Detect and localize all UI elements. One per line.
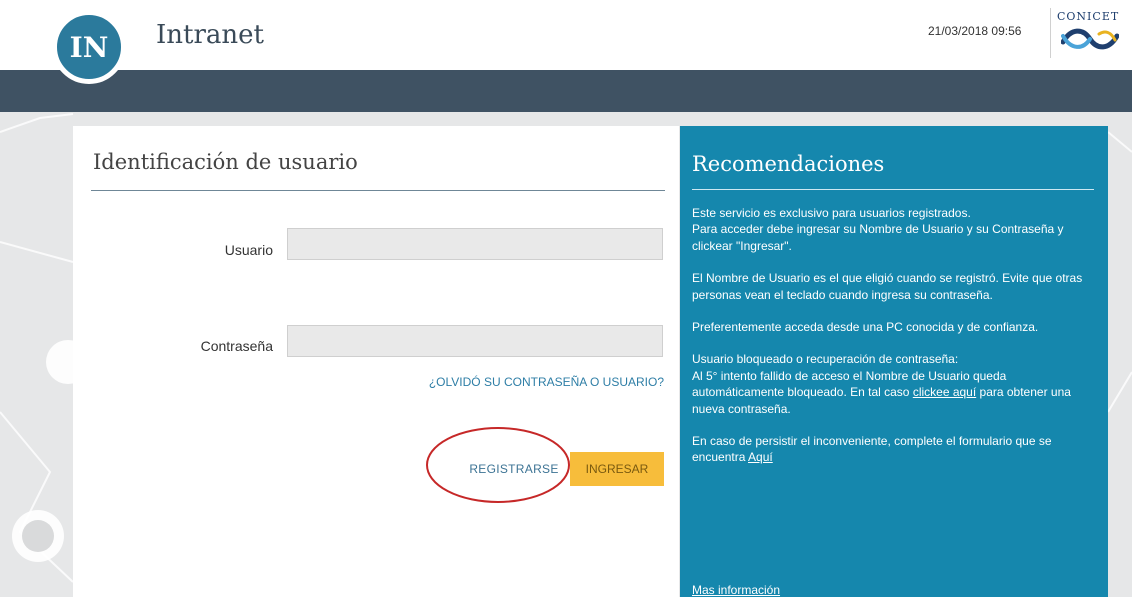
conicet-logo[interactable]: CONICET [1050,8,1127,58]
recommendation-text: Usuario bloqueado o recuperación de cont… [692,352,959,367]
password-label: Contraseña [200,338,273,354]
navbar [0,70,1132,112]
intranet-logo[interactable]: IN [52,10,126,84]
current-datetime: 21/03/2018 09:56 [928,24,1022,38]
recommendation-text: En caso de persistir el inconveniente, c… [692,434,1052,465]
login-card: Identificación de usuario Usuario Contra… [73,126,679,597]
password-input[interactable] [287,325,663,357]
recommendation-paragraph-5: En caso de persistir el inconveniente, c… [692,433,1092,466]
username-input[interactable] [287,228,663,260]
app-title: Intranet [156,20,264,50]
conicet-wave-icon [1061,28,1119,50]
unlock-account-link[interactable]: clickee aquí [913,385,976,399]
login-title: Identificación de usuario [93,150,358,174]
recommendations-divider [692,189,1094,190]
forgot-password-link[interactable]: ¿OLVIDÓ SU CONTRASEÑA O USUARIO? [429,375,664,389]
support-form-link[interactable]: Aquí [748,450,773,464]
recommendation-text: Para acceder debe ingresar su Nombre de … [692,222,1064,253]
org-name: CONICET [1057,10,1120,23]
more-info-link[interactable]: Mas información [692,583,780,597]
header: Intranet 21/03/2018 09:56 CONICET [0,0,1132,70]
recommendation-paragraph-4: Usuario bloqueado o recuperación de cont… [692,351,1092,417]
recommendations-title: Recomendaciones [692,152,885,176]
recommendations-body: Este servicio es exclusivo para usuarios… [692,205,1092,482]
login-button[interactable]: INGRESAR [570,452,664,486]
register-button[interactable]: REGISTRARSE [459,452,569,486]
title-divider [91,190,665,191]
recommendation-paragraph-2: El Nombre de Usuario es el que eligió cu… [692,271,1083,302]
username-label: Usuario [224,242,273,258]
recommendation-paragraph-1: Este servicio es exclusivo para usuarios… [692,205,1092,254]
recommendation-text: Este servicio es exclusivo para usuarios… [692,206,971,220]
recommendation-paragraph-3: Preferentemente acceda desde una PC cono… [692,320,1039,335]
recommendations-panel: Recomendaciones Este servicio es exclusi… [680,126,1108,597]
